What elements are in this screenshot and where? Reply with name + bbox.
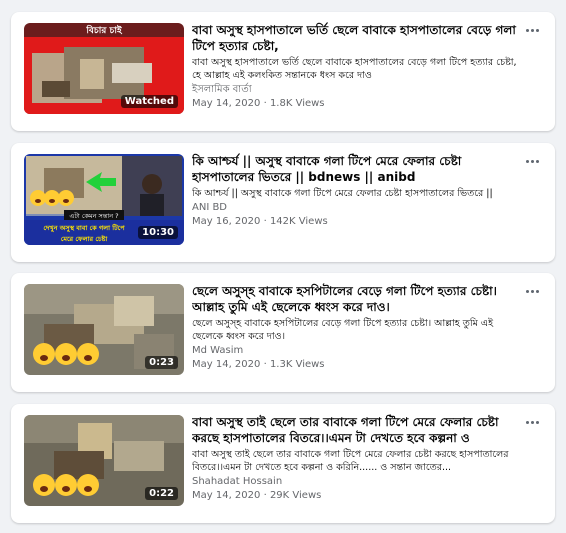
- video-author[interactable]: ইসলামিক বার্তা: [192, 83, 518, 96]
- video-description: কি আশ্চর্য || অসুস্থ বাবাকে গলা টিপে মের…: [192, 188, 493, 199]
- video-author[interactable]: ANI BD: [192, 201, 518, 214]
- crying-emoji-icon: [33, 474, 99, 496]
- duration-badge: 0:22: [145, 487, 178, 500]
- crying-emoji-icon: [33, 343, 99, 365]
- thumbnail-caption: এটা কেমন সন্তান ?: [69, 211, 118, 220]
- video-title[interactable]: ছেলে অসুস্হ বাবাকে হসপিটালের বেড়ে গলা ট…: [192, 283, 518, 315]
- video-card[interactable]: বিচার চাই Watched বাবা অসুস্থ হাসপাতালে …: [11, 12, 555, 131]
- more-options-icon[interactable]: [523, 285, 541, 297]
- meta-separator: ·: [260, 490, 270, 501]
- video-description: বাবা অসুস্থ হাসপাতালে ভর্তি ছেলে বাবাকে …: [192, 57, 517, 81]
- video-description: বাবা অসুস্থ তাই ছেলে তার বাবাকে গলা টিপে…: [192, 449, 509, 473]
- video-views: 142K Views: [269, 216, 328, 227]
- video-card[interactable]: 0:22 বাবা অসুস্থ তাই ছেলে তার বাবাকে গলা…: [11, 404, 555, 523]
- thumbnail-caption: বিচার চাই: [85, 24, 123, 36]
- video-date: May 14, 2020: [192, 359, 261, 370]
- thumbnail-caption: মেরে ফেলার চেষ্টা: [61, 234, 109, 243]
- more-options-icon[interactable]: [523, 416, 541, 428]
- video-views: 1.8K Views: [269, 98, 325, 109]
- video-card[interactable]: 0:23 ছেলে অসুস্হ বাবাকে হসপিটালের বেড়ে …: [11, 273, 555, 392]
- duration-badge: 10:30: [138, 226, 178, 239]
- video-title[interactable]: কি আশ্চর্য || অসুস্থ বাবাকে গলা টিপে মের…: [192, 153, 518, 185]
- video-meta: May 14, 2020 · 1.3K Views: [192, 358, 518, 371]
- video-title[interactable]: বাবা অসুস্থ তাই ছেলে তার বাবাকে গলা টিপে…: [192, 414, 518, 446]
- meta-separator: ·: [260, 359, 270, 370]
- meta-separator: ·: [260, 98, 270, 109]
- crying-emoji-icon: [30, 190, 74, 206]
- video-title[interactable]: বাবা অসুস্থ হাসপাতালে ভর্তি ছেলে বাবাকে …: [192, 22, 518, 54]
- video-date: May 16, 2020: [192, 216, 261, 227]
- video-views: 1.3K Views: [269, 359, 325, 370]
- video-meta: May 14, 2020 · 29K Views: [192, 489, 518, 502]
- video-meta: May 14, 2020 · 1.8K Views: [192, 97, 518, 110]
- video-date: May 14, 2020: [192, 490, 261, 501]
- video-description: ছেলে অসুস্হ বাবাকে হসপিটালের বেড়ে গলা ট…: [192, 318, 494, 342]
- thumbnail-caption: দেখুন অসুস্থ বাবা কে গলা টিপে: [43, 222, 125, 233]
- video-thumbnail[interactable]: 0:23: [24, 284, 184, 375]
- video-date: May 14, 2020: [192, 98, 261, 109]
- video-card[interactable]: এটা কেমন সন্তান ? দেখুন অসুস্থ বাবা কে গ…: [11, 143, 555, 262]
- duration-badge: 0:23: [145, 356, 178, 369]
- video-author[interactable]: Md Wasim: [192, 344, 518, 357]
- video-thumbnail[interactable]: বিচার চাই Watched: [24, 23, 184, 114]
- video-views: 29K Views: [269, 490, 322, 501]
- more-options-icon[interactable]: [523, 155, 541, 167]
- video-meta: May 16, 2020 · 142K Views: [192, 215, 518, 228]
- video-thumbnail[interactable]: এটা কেমন সন্তান ? দেখুন অসুস্থ বাবা কে গ…: [24, 154, 184, 245]
- video-author[interactable]: Shahadat Hossain: [192, 475, 518, 488]
- watched-badge: Watched: [120, 95, 178, 108]
- more-options-icon[interactable]: [523, 24, 541, 36]
- video-thumbnail[interactable]: 0:22: [24, 415, 184, 506]
- meta-separator: ·: [260, 216, 270, 227]
